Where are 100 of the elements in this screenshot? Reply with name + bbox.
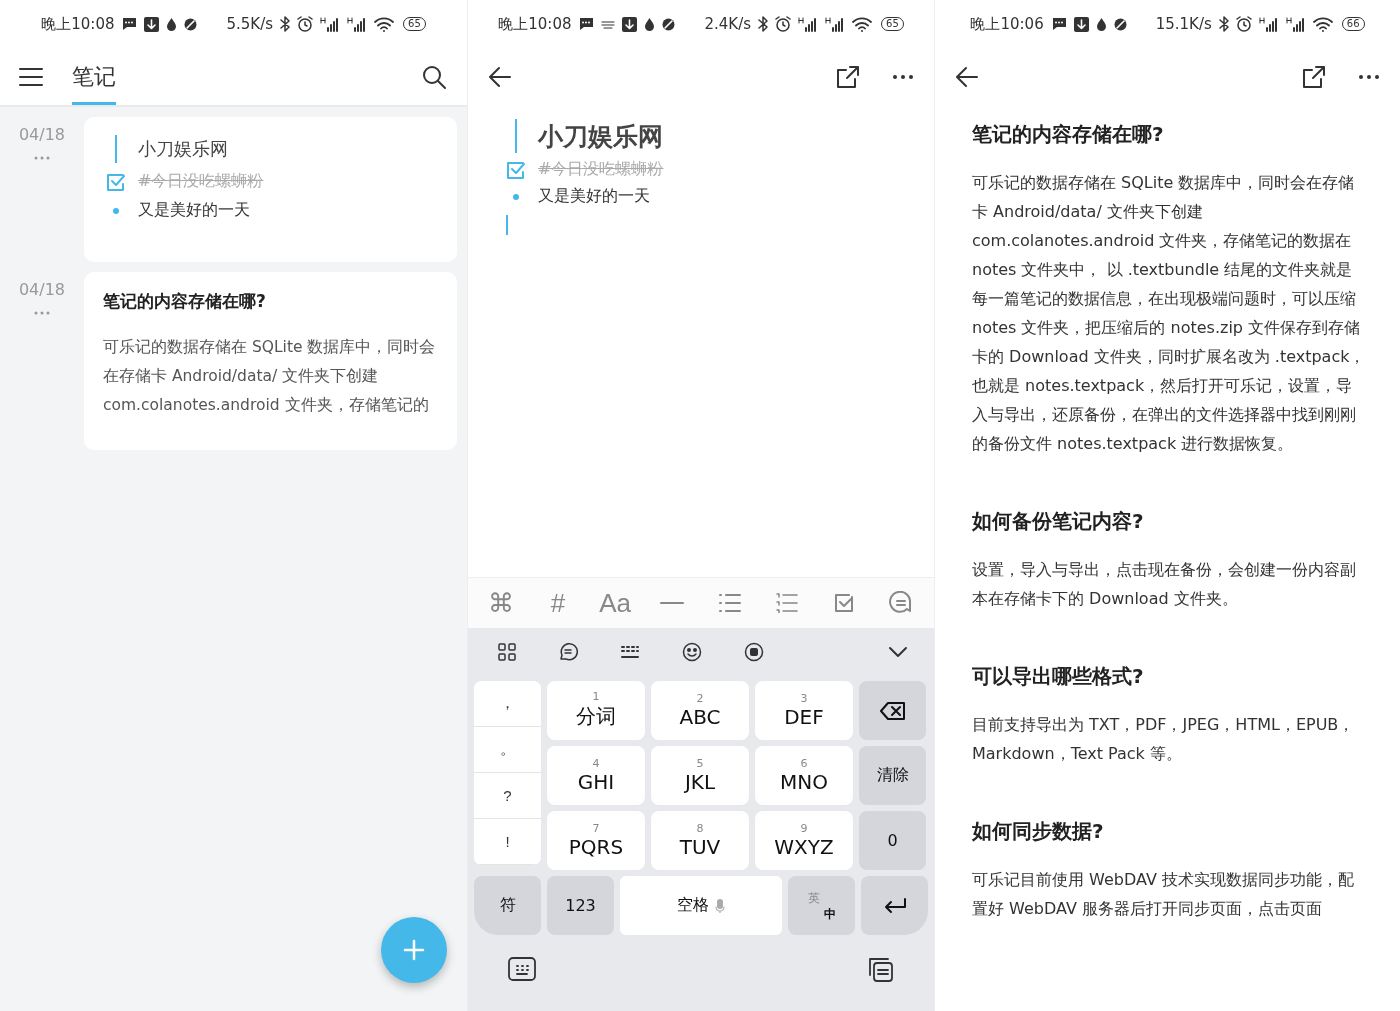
clock-time: 晚上10:08 (498, 14, 572, 34)
text-cursor (506, 215, 508, 235)
letter-key[interactable]: 3 DEF (755, 681, 853, 740)
key-number: 3 (800, 692, 808, 705)
section-paragraph: 目前支持导出为 TXT，PDF，JPEG，HTML，EPUB，Markdown，Text Pack 等。 (972, 714, 1356, 765)
download-icon (1073, 16, 1089, 32)
blocked-icon (662, 17, 676, 31)
download-icon (622, 16, 638, 32)
wifi-icon (374, 16, 395, 32)
note-excerpt: 可乐记的数据存储在 SQLite 数据库中，同时会在存储卡 Android/data/ 文件夹下创建 com.colanotes.android 文件夹，存储笔记的 (103, 337, 437, 416)
enter-icon (882, 897, 907, 914)
clock-time: 晚上10:06 (970, 14, 1044, 34)
bullet-text: 又是美好的一天 (138, 200, 250, 221)
language-switch-key[interactable]: 英 中 (788, 876, 855, 935)
key-letters: TUV (679, 834, 721, 859)
wifi-icon (1312, 16, 1333, 32)
task-text: #今日没吃螺蛳粉 (538, 159, 664, 180)
key-letters: MNO (780, 769, 828, 794)
back-arrow-icon (955, 65, 979, 88)
key-number: 6 (800, 757, 808, 770)
note-heading: 小刀娱乐网 (138, 137, 228, 161)
alarm-icon (1235, 16, 1252, 32)
function-key[interactable]: 清除 (859, 746, 926, 805)
notes-tab[interactable]: 笔记 (72, 48, 116, 105)
network-speed: 5.5K/s (226, 15, 274, 33)
message-icon (578, 17, 595, 31)
signal-icon (320, 16, 341, 32)
note-card[interactable]: 小刀娱乐网 #今日没吃螺蛳粉 又是美好的一天 (84, 117, 457, 262)
letter-key[interactable]: 8 TUV (651, 811, 749, 870)
keyboard-icon (620, 645, 640, 659)
backspace-key[interactable] (859, 681, 926, 740)
space-key[interactable]: 空格 (620, 876, 782, 935)
key-number: 1 (592, 691, 600, 703)
section-paragraph: 可乐记目前使用 WebDAV 技术实现数据同步功能，配置好 WebDAV 服务器后打开同步页面，点击页面 (972, 869, 1355, 920)
drop-icon (166, 17, 178, 31)
clipboard-icon (866, 955, 894, 983)
key-number: 2 (696, 692, 704, 705)
function-key[interactable]: 0 (859, 811, 926, 870)
alarm-icon (775, 16, 792, 32)
drop-icon (644, 17, 656, 31)
signal-icon (1285, 16, 1306, 32)
key-label: 英 (808, 890, 820, 907)
key-number: 7 (592, 822, 600, 835)
letter-key[interactable]: 4 GHI (547, 746, 645, 805)
letter-key[interactable]: 5 JKL (651, 746, 749, 805)
more-icon (34, 311, 50, 315)
enter-key[interactable] (861, 876, 928, 935)
more-icon (892, 73, 914, 80)
section-paragraph: 可乐记的数据存储在 SQLite 数据库中，同时会在存储卡 Android/data/ 文件夹下创建 com.colanotes.android 文件夹，存储笔记的数据在 notes 文件夹中， 以 .textbundle 结尾的文件夹就是每一篇笔记的数据信息，在出现极端问题时，可以压缩 notes 文件夹，把压缩后的 notes.zip 文件保存到存储卡的 Download 文件夹，同时扩展名改为 .textpack，也就是 notes.textpack，然后打开可乐记，设置，导入与导出，还原备份，在弹出的文件选择器中找到刚刚的备份文件 notes.textpack 进行数据恢复。 (972, 172, 1367, 455)
clock-time: 晚上10:08 (41, 14, 115, 34)
numbered-list-icon (775, 593, 798, 613)
menu-icon (18, 66, 44, 87)
key-label: 空格 (677, 895, 709, 916)
key-letters: GHI (577, 769, 615, 794)
key-letters: DEF (784, 704, 824, 729)
section-heading: 如何同步数据? (972, 818, 1105, 845)
network-speed: 2.4K/s (704, 15, 752, 33)
letter-key[interactable]: 2 ABC (651, 681, 749, 740)
function-key[interactable]: 符 (474, 876, 541, 935)
microphone-icon (715, 898, 725, 913)
comment-icon (889, 591, 914, 615)
alarm-icon (297, 16, 314, 32)
download-icon (144, 16, 160, 32)
section-heading: 笔记的内容存储在哪? (972, 121, 1165, 148)
network-speed: 15.1K/s (1155, 15, 1212, 33)
bluetooth-icon (280, 16, 291, 32)
wifi-icon (852, 16, 873, 32)
note-date: 04/18 (18, 280, 66, 299)
blocked-icon (184, 17, 198, 31)
note-card[interactable]: 笔记的内容存储在哪? 可乐记的数据存储在 SQLite 数据库中，同时会在存储卡 Android/data/ 文件夹下创建 com.colanotes.android 文件夹，存储笔记的 (84, 272, 457, 450)
key-number: 9 (800, 822, 808, 835)
section-paragraph: 设置，导入与导出，点击现在备份，会创建一份内容副本在存储卡下的 Download 文件夹。 (972, 559, 1357, 610)
letter-key[interactable]: 6 MNO (755, 746, 853, 805)
bullet-text: 又是美好的一天 (538, 186, 650, 207)
key-letters: WXYZ (774, 834, 834, 859)
task-text: #今日没吃螺蛳粉 (138, 171, 264, 192)
heading-marker (115, 135, 117, 163)
key-letters: ABC (679, 704, 721, 729)
drop-icon (1095, 17, 1107, 31)
bluetooth-icon (758, 16, 769, 32)
punctuation-key[interactable]: ， (474, 681, 541, 727)
section-heading: 如何备份笔记内容? (972, 508, 1145, 535)
key-label: 中 (824, 906, 836, 923)
note-menu-button[interactable] (34, 311, 50, 315)
letter-key[interactable]: 9 WXYZ (755, 811, 853, 870)
letter-key[interactable]: 1 分词 (547, 681, 645, 740)
key-number: 4 (592, 757, 600, 770)
key-number: 8 (696, 822, 704, 835)
bulleted-list-icon (718, 593, 741, 613)
signal-icon (825, 16, 846, 32)
function-key[interactable]: 123 (547, 876, 614, 935)
bullet-icon (513, 193, 519, 200)
note-title: 笔记的内容存储在哪? (103, 290, 267, 313)
signal-icon (798, 16, 819, 32)
note-menu-button[interactable] (34, 156, 50, 160)
signal-icon (347, 16, 368, 32)
blocked-icon (1113, 17, 1127, 31)
letter-key[interactable]: 7 PQRS (547, 811, 645, 870)
more-icon (1358, 73, 1380, 80)
plus-icon (403, 939, 425, 961)
